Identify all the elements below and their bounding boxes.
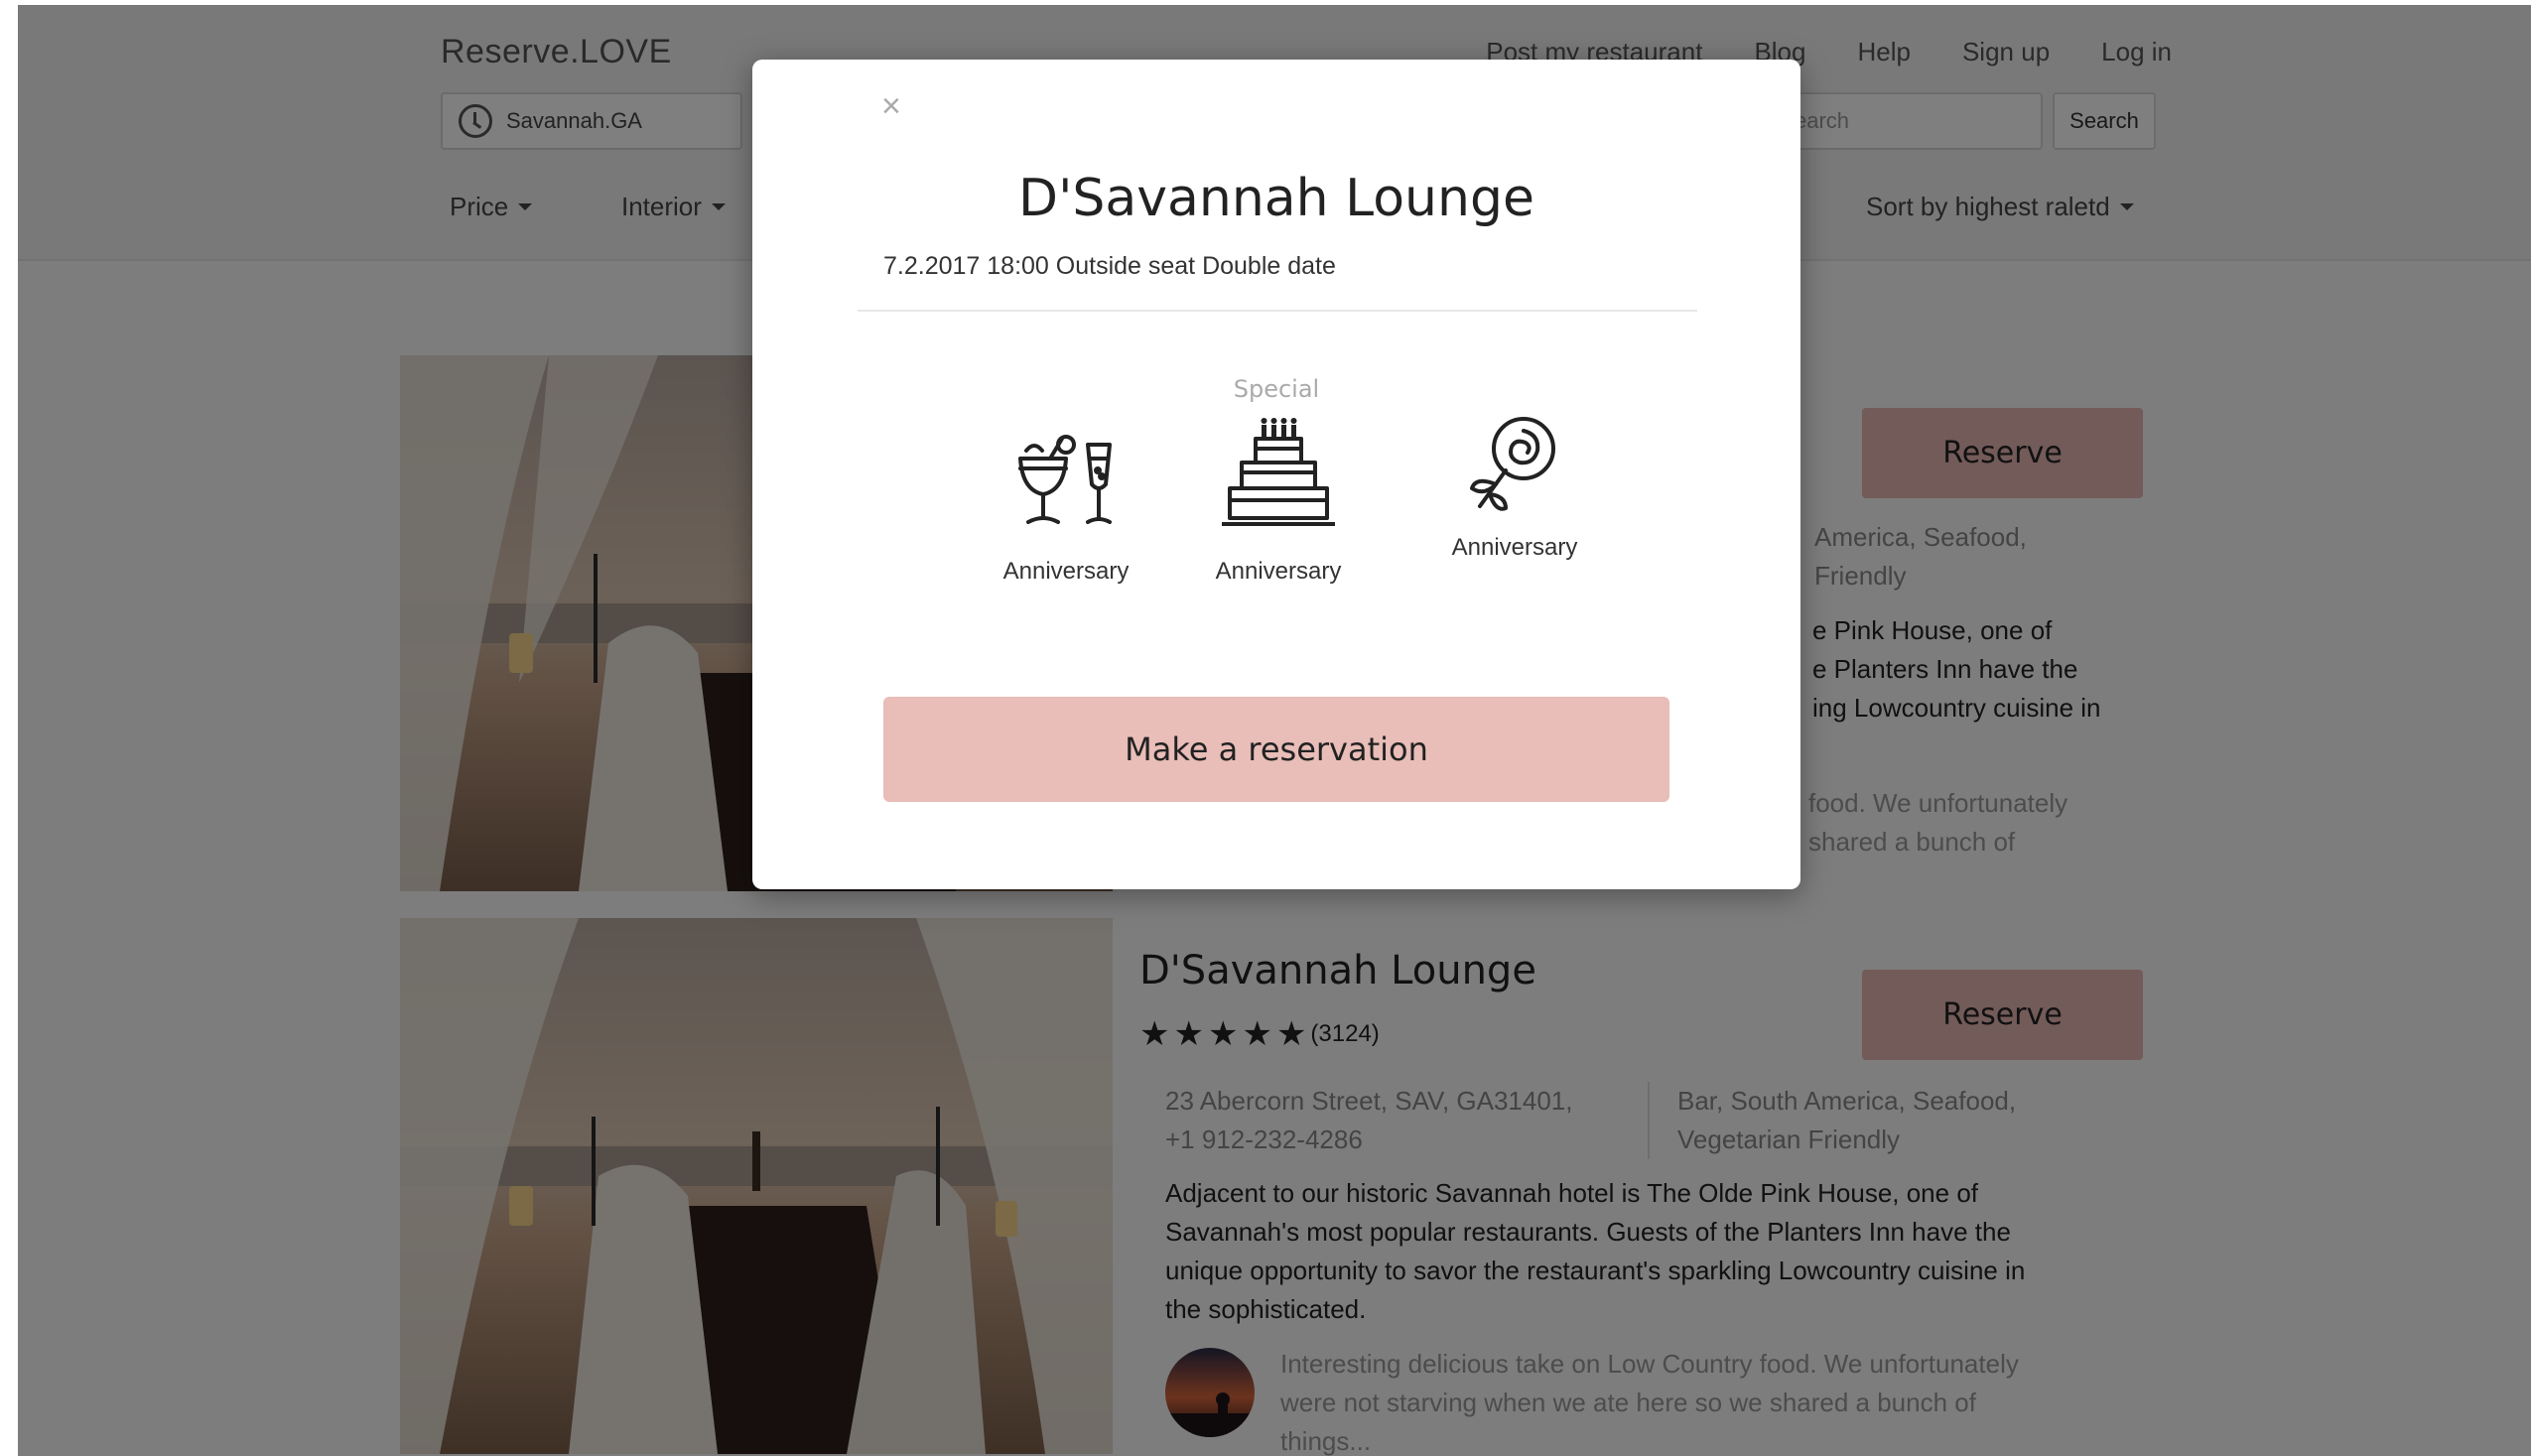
special-label: Special — [1233, 375, 1320, 403]
modal-title: D'Savannah Lounge — [1018, 169, 1534, 228]
close-icon[interactable]: × — [881, 87, 901, 126]
make-reservation-button[interactable]: Make a reservation — [883, 697, 1669, 802]
occasion-label: Anniversary — [1002, 558, 1130, 585]
occasion-option-rose[interactable]: Anniversary — [1405, 409, 1624, 562]
occasion-option-cocktails[interactable]: Anniversary — [957, 429, 1175, 586]
reservation-modal: × D'Savannah Lounge 7.2.2017 18:00 Outsi… — [752, 60, 1800, 889]
occasion-option-cake[interactable]: Anniversary — [1169, 413, 1388, 586]
page-margin — [0, 0, 18, 1456]
cocktails-icon — [1018, 435, 1112, 524]
reservation-summary: 7.2.2017 18:00 Outside seat Double date — [883, 252, 1336, 280]
cake-icon — [1222, 418, 1335, 526]
occasion-label: Anniversary — [1215, 558, 1342, 585]
divider — [858, 310, 1697, 312]
page-margin — [0, 0, 2531, 5]
occasion-label: Anniversary — [1451, 534, 1578, 561]
rose-icon — [1470, 417, 1555, 511]
